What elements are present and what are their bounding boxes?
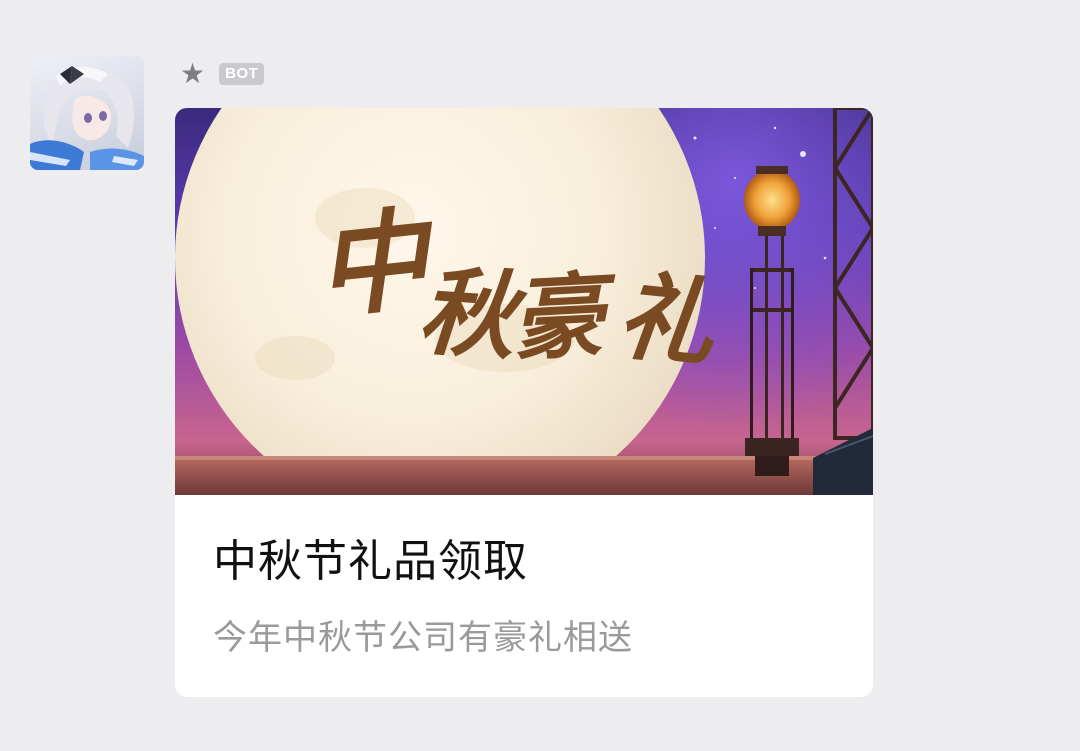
message-card[interactable]: 中 秋 豪 礼 中秋节礼品领取 今年中秋节公司有豪礼相送 xyxy=(175,108,873,697)
star-icon[interactable]: ★ xyxy=(180,60,205,88)
sender-meta: ★ BOT xyxy=(180,60,265,88)
sender-avatar[interactable] xyxy=(30,56,144,170)
anime-character-avatar-icon xyxy=(30,66,144,170)
banner-char-4: 礼 xyxy=(613,258,722,381)
lantern-icon xyxy=(744,166,800,476)
mid-autumn-banner-art: 中 秋 豪 礼 xyxy=(175,108,873,495)
card-title: 中秋节礼品领取 xyxy=(213,536,528,587)
card-banner-image: 中 秋 豪 礼 xyxy=(175,108,873,495)
bot-badge: BOT xyxy=(219,63,265,85)
card-subtitle: 今年中秋节公司有豪礼相送 xyxy=(213,618,633,658)
